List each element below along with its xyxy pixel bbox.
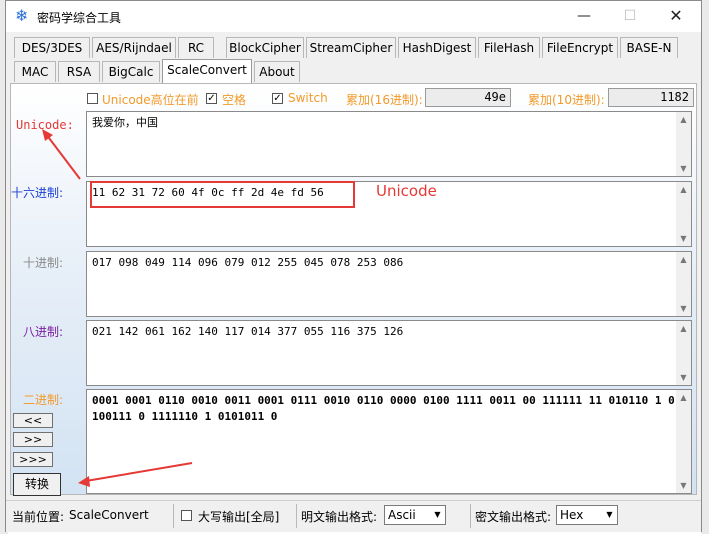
plain-format-select[interactable]: Ascii ▼ (384, 505, 446, 525)
chevron-down-icon: ▼ (434, 510, 441, 519)
plain-format-value: Ascii (388, 508, 416, 522)
uppercase-label: 大写输出[全局] (198, 510, 280, 524)
uppercase-checkbox[interactable] (181, 510, 192, 521)
annotation-arrows (42, 129, 193, 487)
status-bar: 当前位置: ScaleConvert 大写输出[全局] 明文输出格式: Asci… (6, 500, 701, 532)
app-window: ❄ 密码学综合工具 — ☐ ✕ DES/3DES AES/Rijndael RC… (5, 0, 702, 532)
location-label: 当前位置: (12, 510, 65, 524)
status-separator (296, 504, 297, 528)
chevron-down-icon: ▼ (606, 510, 613, 519)
plain-format-label: 明文输出格式: (301, 510, 378, 524)
location-value: ScaleConvert (69, 508, 149, 522)
arrow-head-unicode (42, 129, 53, 141)
cipher-format-label: 密文输出格式: (475, 510, 552, 524)
status-separator (173, 504, 174, 528)
arrow-to-convert-button (85, 462, 193, 482)
arrow-head-convert (78, 476, 90, 487)
arrow-to-unicode-label (45, 133, 81, 180)
status-separator (470, 504, 471, 528)
cipher-format-value: Hex (560, 508, 584, 522)
cipher-format-select[interactable]: Hex ▼ (556, 505, 618, 525)
